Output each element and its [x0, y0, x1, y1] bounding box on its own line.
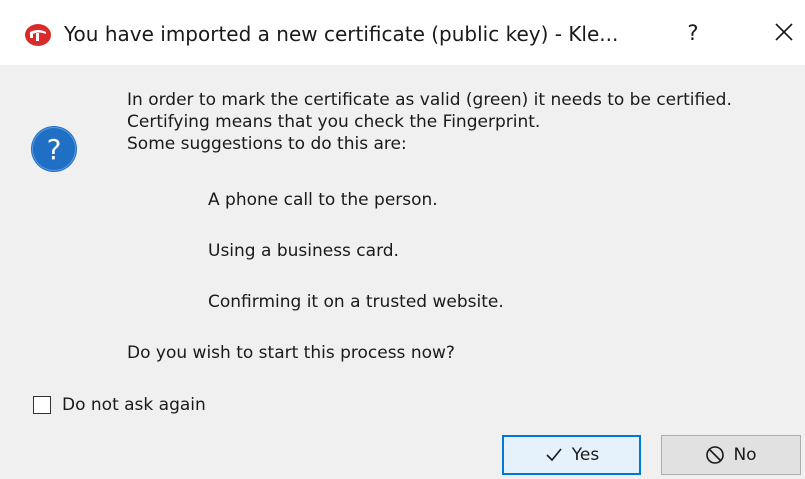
message-line-3: Some suggestions to do this are: [127, 134, 407, 154]
help-button[interactable]: ? [678, 18, 708, 48]
message-line-1: In order to mark the certificate as vali… [127, 90, 732, 110]
svg-text:?: ? [47, 133, 62, 166]
kleopatra-app-icon [25, 24, 51, 46]
yes-button-label: Yes [571, 445, 600, 465]
no-entry-icon [706, 446, 725, 464]
certificate-import-dialog: You have imported a new certificate (pub… [0, 0, 805, 479]
no-button[interactable]: No [661, 435, 801, 475]
suggestion-item: Confirming it on a trusted website. [208, 292, 504, 312]
suggestion-item: Using a business card. [208, 241, 399, 261]
close-icon[interactable] [768, 16, 800, 48]
message-line-2: Certifying means that you check the Fing… [127, 112, 541, 132]
confirm-question: Do you wish to start this process now? [127, 343, 455, 363]
yes-button[interactable]: Yes [502, 435, 641, 475]
suggestion-item: A phone call to the person. [208, 190, 438, 210]
dont-ask-again-checkbox[interactable] [33, 396, 51, 414]
dont-ask-again-option[interactable]: Do not ask again [33, 393, 206, 417]
question-icon: ? [31, 126, 77, 172]
dont-ask-again-label[interactable]: Do not ask again [62, 394, 206, 416]
window-title: You have imported a new certificate (pub… [64, 22, 619, 46]
title-bar: You have imported a new certificate (pub… [0, 0, 805, 65]
check-icon [546, 448, 562, 462]
no-button-label: No [733, 445, 757, 465]
